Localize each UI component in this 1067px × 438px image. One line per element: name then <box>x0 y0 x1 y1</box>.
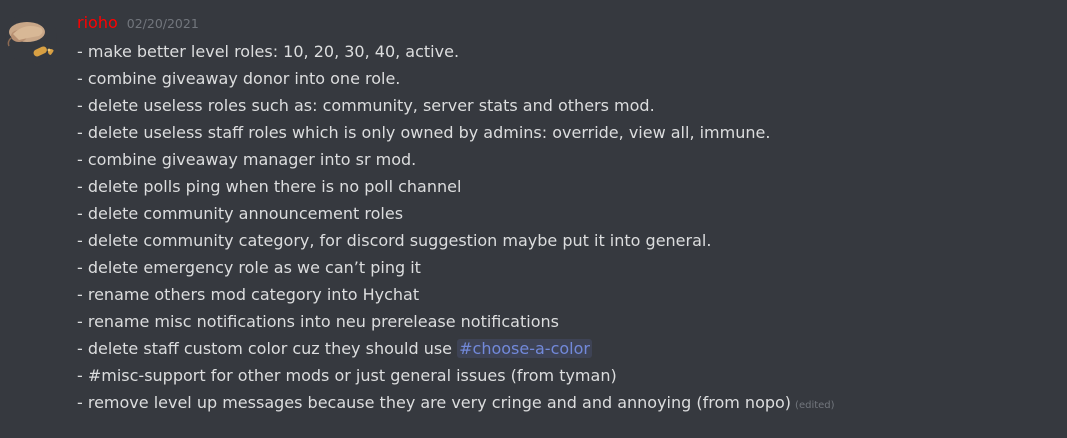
message-line-last: - remove level up messages because they … <box>77 389 1057 416</box>
message-line-text: - remove level up messages because they … <box>77 393 792 412</box>
timestamp: 02/20/2021 <box>126 16 199 31</box>
username[interactable]: rioho <box>77 13 118 32</box>
message-line: - rename others mod category into Hychat <box>77 285 420 304</box>
message-line: - delete useless staff roles which is on… <box>77 123 771 142</box>
message-line: - rename misc notifications into neu pre… <box>77 312 559 331</box>
message-line: - make better level roles: 10, 20, 30, 4… <box>77 42 460 61</box>
avatar[interactable] <box>5 12 57 64</box>
channel-mention-link[interactable]: #choose-a-color <box>457 339 592 358</box>
hand-holding-pill-icon <box>7 22 54 57</box>
message-line: - #misc-support for other mods or just g… <box>77 366 617 385</box>
message-line: - delete polls ping when there is no pol… <box>77 177 462 196</box>
message-line: - delete emergency role as we can’t ping… <box>77 258 421 277</box>
message-line: - delete community category, for discord… <box>77 231 712 250</box>
message-line: - delete useless roles such as: communit… <box>77 96 655 115</box>
message-header: rioho 02/20/2021 <box>77 13 199 35</box>
message-content: - make better level roles: 10, 20, 30, 4… <box>77 38 1057 416</box>
message-line-with-mention: - delete staff custom color cuz they sho… <box>77 335 1057 362</box>
message-line: - delete community announcement roles <box>77 204 404 223</box>
message-line: - combine giveaway manager into sr mod. <box>77 150 417 169</box>
message-line: - combine giveaway donor into one role. <box>77 69 401 88</box>
chat-message: rioho 02/20/2021 - make better level rol… <box>0 0 1067 438</box>
edited-label: (edited) <box>795 400 835 411</box>
message-line-prefix: - delete staff custom color cuz they sho… <box>77 339 458 358</box>
